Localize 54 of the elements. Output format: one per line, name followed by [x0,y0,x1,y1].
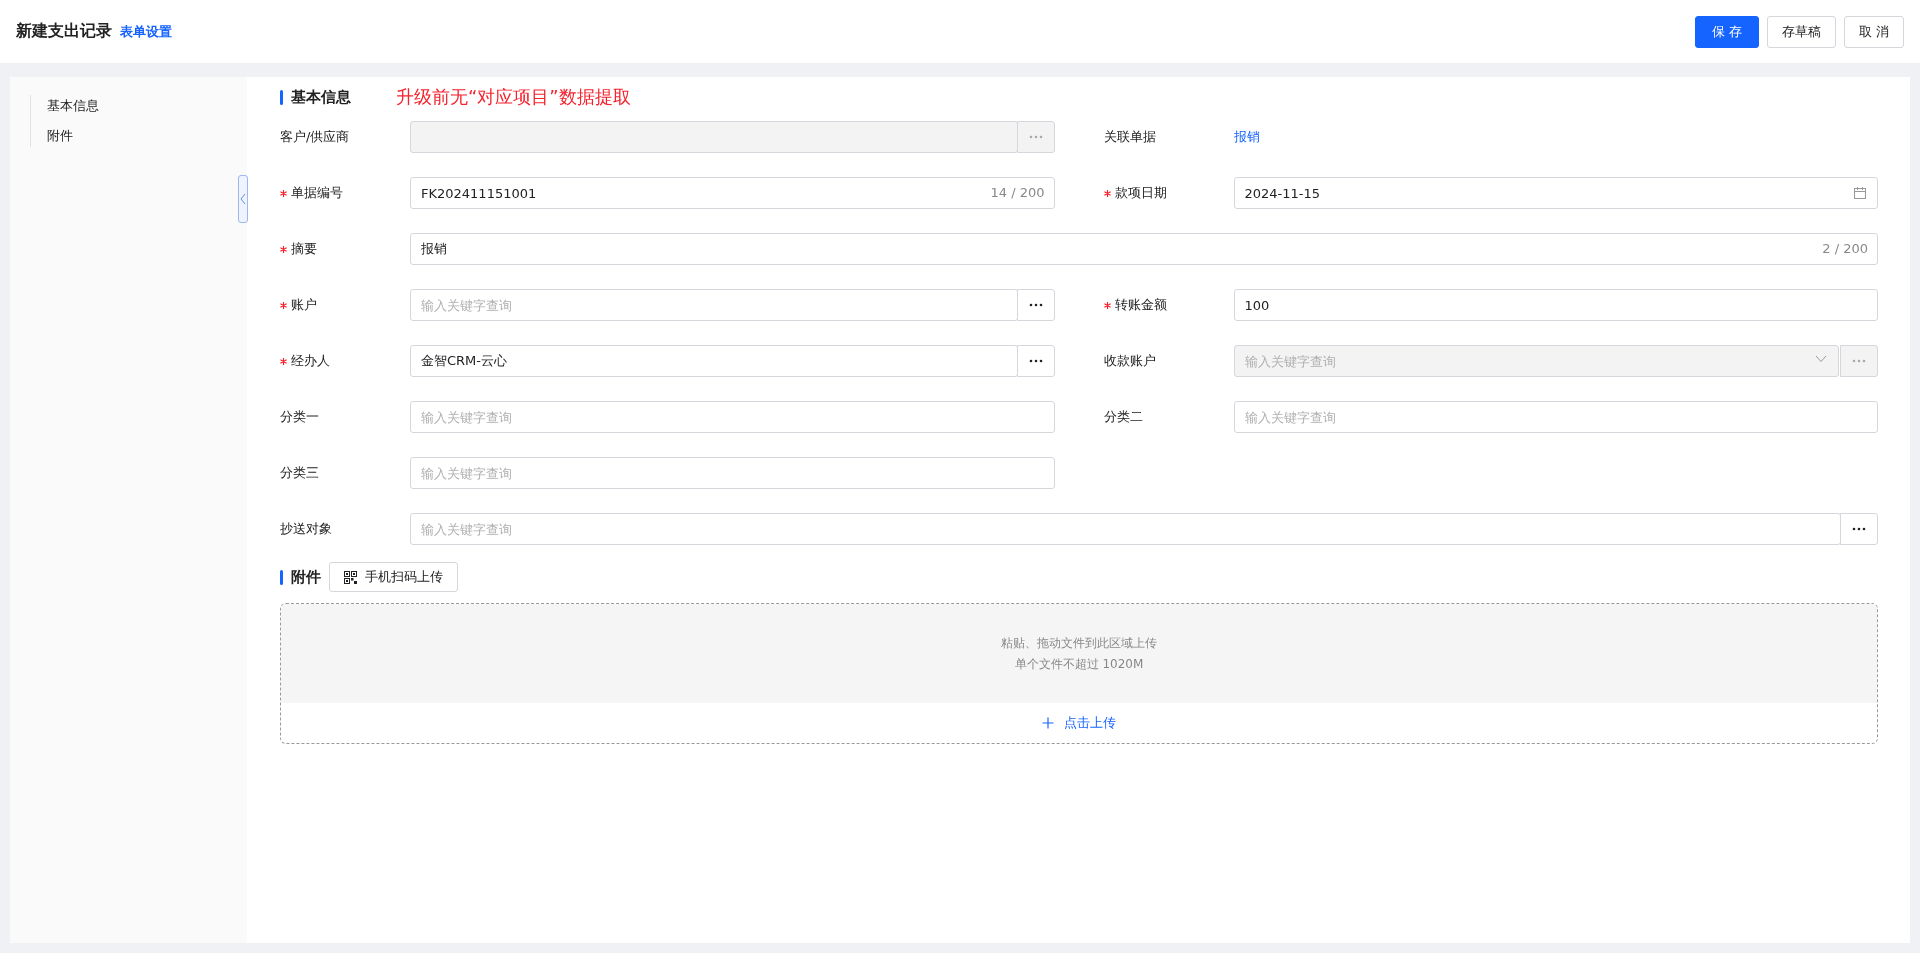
chevron-down-icon [1815,355,1827,363]
upload-dropzone[interactable]: 粘贴、拖动文件到此区域上传 单个文件不超过 1020M 点击上传 [280,603,1878,744]
drop-hint: 粘贴、拖动文件到此区域上传 [1001,634,1157,652]
ellipsis-icon [1028,303,1043,307]
ellipsis-icon [1028,359,1043,363]
collapse-handle[interactable] [238,175,248,223]
form-settings-link[interactable]: 表单设置 [120,22,172,41]
calendar-icon [1854,187,1866,199]
save-button[interactable]: 保 存 [1694,15,1759,48]
annotation-note: 升级前无“对应项目”数据提取 [396,85,631,109]
more-button[interactable] [1016,121,1055,153]
more-button[interactable] [1016,345,1055,377]
field-label: 账户 [280,296,410,314]
ellipsis-icon [1852,527,1866,531]
field-label: 分类二 [1103,408,1144,426]
input-field[interactable]: 输入关键字查询 [410,457,1055,489]
field-label: 收款账户 [1103,352,1157,370]
more-button[interactable] [1840,345,1878,377]
qr-code-icon [344,570,357,584]
field-label: 客户/供应商 [280,128,351,146]
input-field[interactable]: 输入关键字查询 [410,289,1018,321]
char-counter: 14 / 200 [990,185,1045,201]
plus-icon [1042,717,1054,729]
field-label: 款项日期 [1103,184,1234,202]
ellipsis-icon [1852,359,1866,363]
field-label: 抄送对象 [280,520,333,538]
field-label: 分类三 [280,464,320,482]
header-button[interactable]: 存草稿 [1766,15,1836,48]
ellipsis-icon [1028,135,1043,139]
field-label: 转账金额 [1103,296,1234,314]
input-field[interactable]: 输入关键字查询 [1233,401,1878,433]
field-label: 分类一 [280,408,320,426]
sidebar-item[interactable]: 基本信息 [47,95,247,117]
field-label: 关联单据 [1103,128,1157,146]
input-field[interactable]: 金智CRM-云心 [410,345,1018,377]
header-button[interactable]: 取 消 [1843,15,1904,48]
date-field[interactable]: 2024-11-15 [1233,177,1878,209]
input-field[interactable]: 100 [1233,289,1878,321]
field-label: 经办人 [280,352,410,370]
input-field[interactable]: 输入关键字查询 [410,401,1055,433]
field-label: 摘要 [280,240,410,258]
more-button[interactable] [1016,289,1055,321]
section-title: 附件 [291,567,321,587]
char-counter: 2 / 200 [1822,241,1868,257]
scan-upload-button[interactable]: 手机扫码上传 [329,562,458,592]
field-label: 单据编号 [280,184,410,202]
page-title: 新建支出记录 [16,21,112,42]
upload-link[interactable]: 点击上传 [1042,714,1116,732]
related-doc-link[interactable]: 报销 [1233,128,1260,146]
input-field[interactable]: 输入关键字查询 [410,513,1841,545]
size-hint: 单个文件不超过 1020M [1014,655,1144,673]
more-button[interactable] [1840,513,1878,545]
section-title: 基本信息 [291,87,351,107]
sidebar-item[interactable]: 附件 [47,125,247,147]
